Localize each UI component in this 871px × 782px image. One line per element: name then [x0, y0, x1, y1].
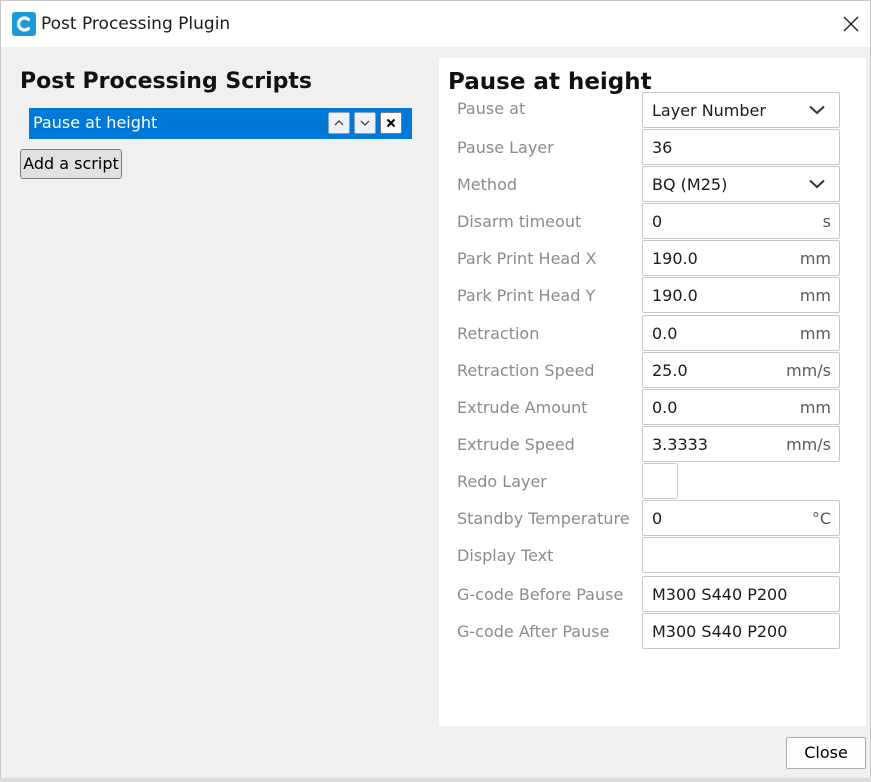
settings-panel-title: Pause at height — [448, 69, 652, 95]
setting-label: Method — [457, 175, 518, 194]
pause-at-select[interactable]: Layer Number — [642, 92, 840, 128]
display-text-input[interactable] — [642, 537, 840, 573]
field-unit: mm — [799, 249, 831, 268]
script-settings-panel: Pause at height Pause at Layer Number Pa… — [439, 58, 866, 726]
field-unit: °C — [811, 509, 831, 528]
gcode-before-pause-input[interactable]: M300 S440 P200 — [642, 576, 840, 612]
field-value: 36 — [652, 138, 673, 157]
field-value: 0.0 — [652, 398, 678, 417]
close-icon — [386, 118, 396, 128]
field-unit: mm/s — [786, 435, 831, 454]
park-head-y-input[interactable]: 190.0 mm — [642, 277, 840, 313]
field-value: 0 — [652, 212, 663, 231]
setting-label: Pause Layer — [457, 138, 554, 157]
move-script-down-button[interactable] — [354, 112, 376, 134]
post-processing-dialog: Post Processing Plugin Post Processing S… — [0, 0, 871, 782]
setting-label: Display Text — [457, 546, 554, 565]
title-bar: Post Processing Plugin — [1, 1, 870, 47]
setting-label: Extrude Amount — [457, 398, 588, 417]
park-head-x-input[interactable]: 190.0 mm — [642, 240, 840, 276]
window-close-button[interactable] — [834, 7, 868, 41]
add-script-button[interactable]: Add a script — [20, 149, 122, 179]
remove-script-button[interactable] — [380, 112, 402, 134]
field-value: 190.0 — [652, 249, 698, 268]
move-script-up-button[interactable] — [328, 112, 350, 134]
chevron-down-icon — [360, 120, 370, 126]
window-title: Post Processing Plugin — [41, 14, 231, 34]
close-icon — [843, 16, 859, 32]
extrude-speed-input[interactable]: 3.3333 mm/s — [642, 426, 840, 462]
disarm-timeout-input[interactable]: 0 s — [642, 203, 840, 239]
extrude-amount-input[interactable]: 0.0 mm — [642, 389, 840, 425]
field-value: M300 S440 P200 — [652, 622, 788, 641]
setting-label: Extrude Speed — [457, 435, 575, 454]
background-strip — [0, 778, 871, 782]
script-list-item[interactable]: Pause at height — [29, 108, 412, 139]
script-item-label: Pause at height — [33, 113, 158, 132]
setting-label: Retraction — [457, 324, 540, 343]
field-unit: s — [822, 212, 831, 231]
retraction-speed-input[interactable]: 25.0 mm/s — [642, 352, 840, 388]
pause-layer-input[interactable]: 36 — [642, 129, 840, 165]
field-value: M300 S440 P200 — [652, 585, 788, 604]
field-value: 0.0 — [652, 324, 678, 343]
scripts-panel-title: Post Processing Scripts — [20, 69, 312, 94]
setting-label: Standby Temperature — [457, 509, 630, 528]
setting-label: G-code After Pause — [457, 622, 610, 641]
setting-label: Disarm timeout — [457, 212, 582, 231]
setting-label: Pause at — [457, 99, 526, 118]
method-select[interactable]: BQ (M25) — [642, 166, 840, 202]
field-value: 190.0 — [652, 286, 698, 305]
setting-label: Retraction Speed — [457, 361, 595, 380]
setting-label: Park Print Head X — [457, 249, 597, 268]
retraction-input[interactable]: 0.0 mm — [642, 315, 840, 351]
field-value: 3.3333 — [652, 435, 708, 454]
close-button[interactable]: Close — [786, 737, 866, 769]
chevron-up-icon — [334, 120, 344, 126]
chevron-down-icon — [809, 179, 825, 189]
standby-temperature-input[interactable]: 0 °C — [642, 500, 840, 536]
field-unit: mm — [799, 324, 831, 343]
field-unit: mm — [799, 286, 831, 305]
field-unit: mm/s — [786, 361, 831, 380]
chevron-down-icon — [809, 105, 825, 115]
field-value: BQ (M25) — [652, 175, 728, 194]
setting-label: Redo Layer — [457, 472, 547, 491]
field-value: 0 — [652, 509, 663, 528]
setting-label: G-code Before Pause — [457, 585, 624, 604]
gcode-after-pause-input[interactable]: M300 S440 P200 — [642, 613, 840, 649]
field-value: 25.0 — [652, 361, 688, 380]
field-unit: mm — [799, 398, 831, 417]
cura-logo-icon — [12, 12, 36, 36]
setting-label: Park Print Head Y — [457, 286, 596, 305]
field-value: Layer Number — [652, 101, 766, 120]
redo-layer-checkbox[interactable] — [642, 463, 678, 499]
